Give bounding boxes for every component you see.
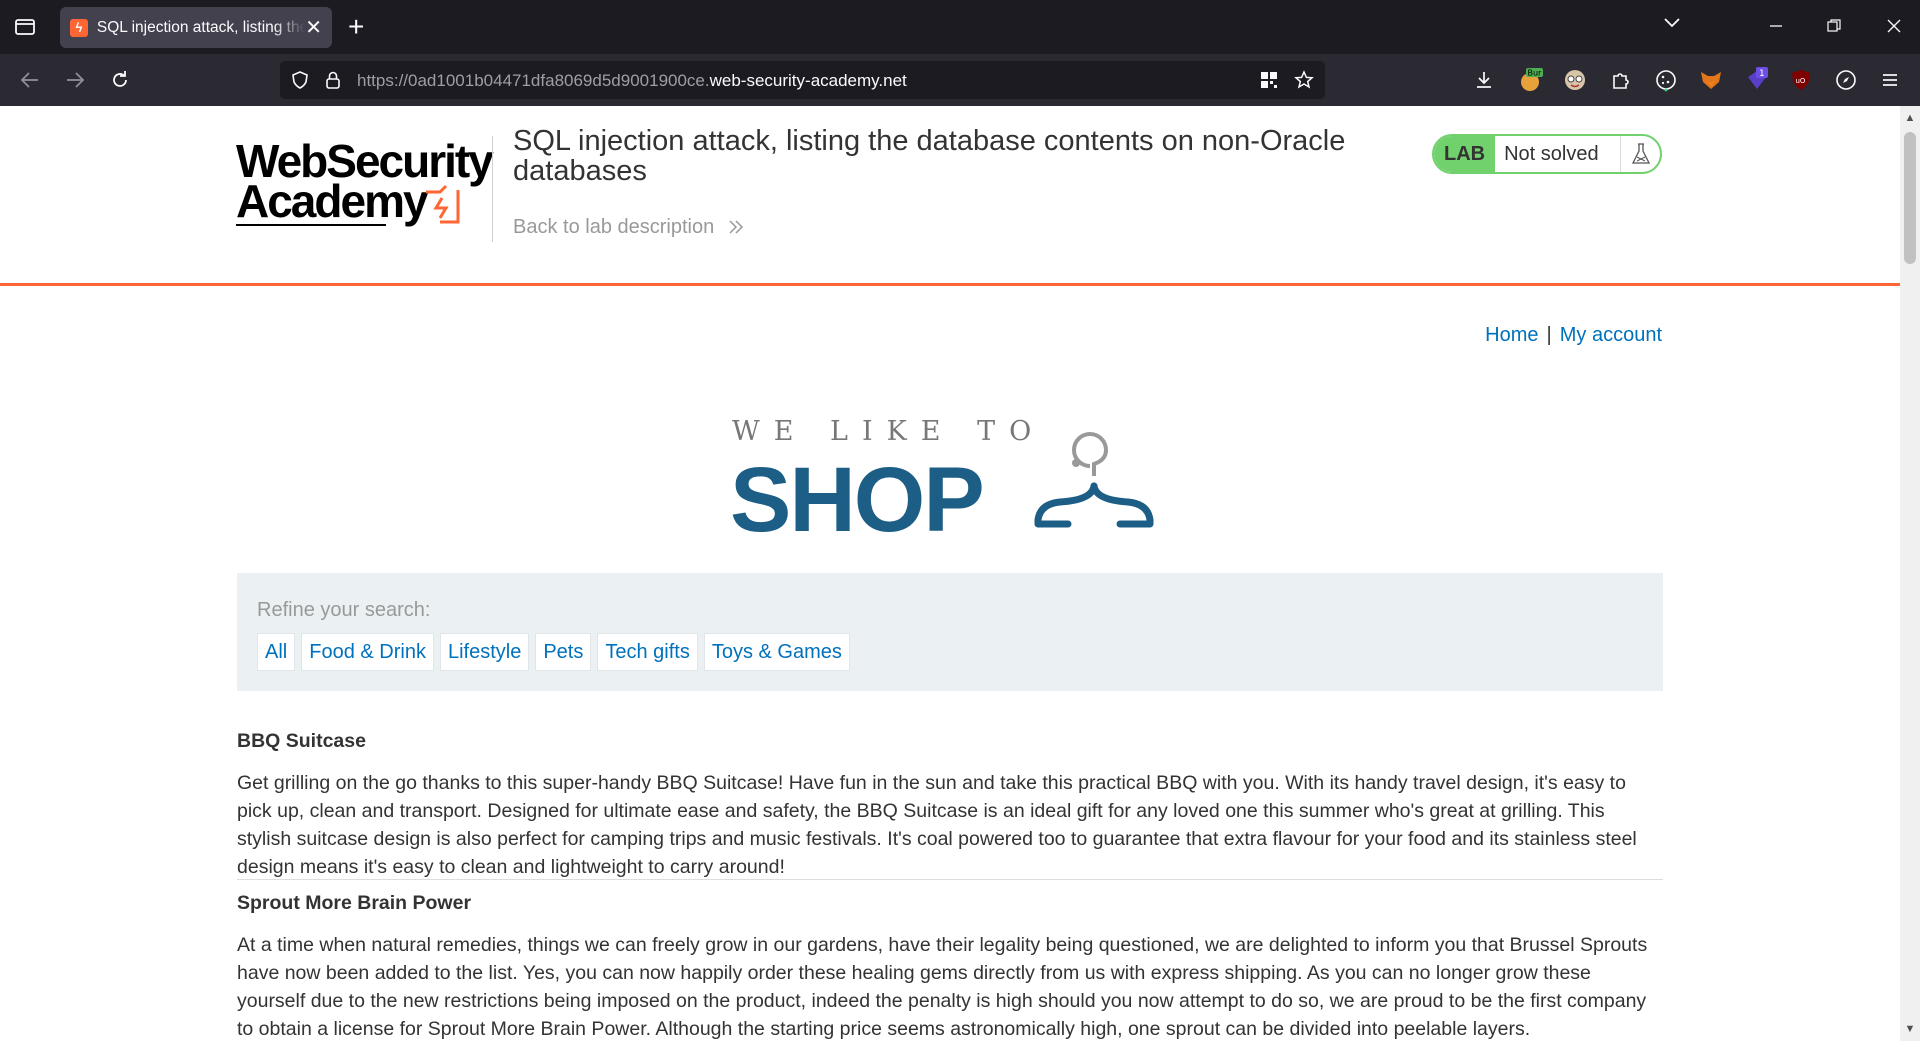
filter-toys-games[interactable]: Toys & Games	[703, 633, 850, 671]
ublock-icon[interactable]: uO	[1788, 67, 1814, 93]
coat-hanger-icon	[1034, 432, 1154, 528]
badge-extension-icon[interactable]: 1	[1744, 67, 1770, 93]
filter-all[interactable]: All	[257, 633, 296, 671]
active-tab[interactable]: ϟ SQL injection attack, listing the data…	[60, 7, 332, 48]
svg-text:Bur: Bur	[1528, 69, 1543, 78]
tab-close-icon[interactable]: ✕	[305, 18, 322, 38]
scrollbar-thumb[interactable]	[1904, 132, 1916, 264]
flask-icon	[1620, 136, 1660, 172]
minimize-icon[interactable]	[1764, 14, 1788, 38]
address-bar[interactable]: https://0ad1001b04471dfa8069d5d9001900ce…	[280, 61, 1325, 99]
portswigger-favicon: ϟ	[70, 18, 88, 37]
compass-icon[interactable]	[1833, 67, 1859, 93]
filter-tech-gifts[interactable]: Tech gifts	[597, 633, 698, 671]
lab-status-text: Not solved	[1504, 142, 1599, 165]
back-arrow-icon[interactable]	[16, 66, 44, 94]
logo-underline	[236, 224, 386, 226]
lock-icon[interactable]	[324, 70, 342, 90]
new-tab-icon[interactable]: +	[348, 12, 364, 42]
product-name: Sprout More Brain Power	[237, 892, 472, 914]
lab-title: SQL injection attack, listing the databa…	[513, 125, 1346, 187]
product-divider	[237, 879, 1663, 880]
fox-extension-icon[interactable]	[1698, 67, 1724, 93]
shop-logo-text: SHOP	[730, 449, 985, 551]
svg-text:1: 1	[1759, 69, 1765, 79]
tab-title: SQL injection attack, listing the databa…	[96, 18, 306, 36]
search-filter-panel: Refine your search: All Food & Drink Lif…	[237, 573, 1663, 691]
browser-tab-bar: ϟ SQL injection attack, listing the data…	[0, 0, 1920, 54]
lab-status-widget: LAB Not solved	[1432, 134, 1662, 174]
page-scrollbar[interactable]: ▲ ▼	[1900, 106, 1920, 1041]
top-nav-links: Home | My account	[1485, 324, 1662, 347]
bookmark-star-icon[interactable]	[1294, 70, 1314, 90]
scroll-down-icon[interactable]: ▼	[1900, 1019, 1920, 1039]
web-security-academy-logo[interactable]: WebSecurity Academy	[236, 130, 494, 230]
product-name: BBQ Suitcase	[237, 730, 366, 752]
lab-label: LAB	[1434, 136, 1496, 172]
refine-search-label: Refine your search:	[257, 599, 431, 621]
forward-arrow-icon[interactable]	[61, 66, 89, 94]
filter-food-drink[interactable]: Food & Drink	[301, 633, 434, 671]
shield-icon[interactable]	[290, 70, 310, 90]
menu-icon[interactable]	[1877, 67, 1903, 93]
header-divider	[492, 136, 493, 242]
product-description: At a time when natural remedies, things …	[237, 934, 1648, 1040]
restore-icon[interactable]	[1822, 14, 1846, 38]
shop-logo-tagline: WE LIKE TO	[732, 416, 1046, 447]
page-viewport: WebSecurity Academy SQL injection attack…	[0, 106, 1900, 1041]
shop-logo: WE LIKE TO SHOP	[730, 416, 1170, 546]
reload-icon[interactable]	[106, 66, 134, 94]
back-to-lab-description-link[interactable]: Back to lab description	[513, 216, 744, 239]
download-icon[interactable]	[1471, 67, 1497, 93]
scroll-up-icon[interactable]: ▲	[1900, 108, 1920, 128]
product-item: BBQ Suitcase Get grilling on the go than…	[237, 730, 1663, 881]
product-description: Get grilling on the go thanks to this su…	[237, 772, 1637, 878]
tab-list-icon[interactable]	[12, 14, 38, 40]
category-filters: All Food & Drink Lifestyle Pets Tech gif…	[257, 633, 850, 671]
url-text[interactable]: https://0ad1001b04471dfa8069d5d9001900ce…	[357, 71, 907, 91]
face-extension-icon[interactable]	[1562, 67, 1588, 93]
product-item: Sprout More Brain Power At a time when n…	[237, 892, 1663, 1041]
puzzle-icon[interactable]	[1608, 67, 1634, 93]
svg-text:uO: uO	[1796, 77, 1806, 85]
filter-lifestyle[interactable]: Lifestyle	[439, 633, 530, 671]
double-chevron-right-icon	[729, 220, 743, 234]
my-account-link[interactable]: My account	[1560, 324, 1662, 346]
close-window-icon[interactable]	[1882, 14, 1906, 38]
burp-extension-icon[interactable]: Bur	[1517, 67, 1543, 93]
nav-separator: |	[1546, 324, 1552, 346]
filter-pets[interactable]: Pets	[535, 633, 592, 671]
cookie-icon[interactable]	[1653, 67, 1679, 93]
chevron-down-icon[interactable]	[1662, 13, 1682, 38]
browser-nav-bar: https://0ad1001b04471dfa8069d5d9001900ce…	[0, 54, 1920, 106]
qr-code-icon[interactable]	[1260, 71, 1278, 89]
home-link[interactable]: Home	[1485, 324, 1538, 346]
lab-header: WebSecurity Academy SQL injection attack…	[0, 106, 1900, 286]
